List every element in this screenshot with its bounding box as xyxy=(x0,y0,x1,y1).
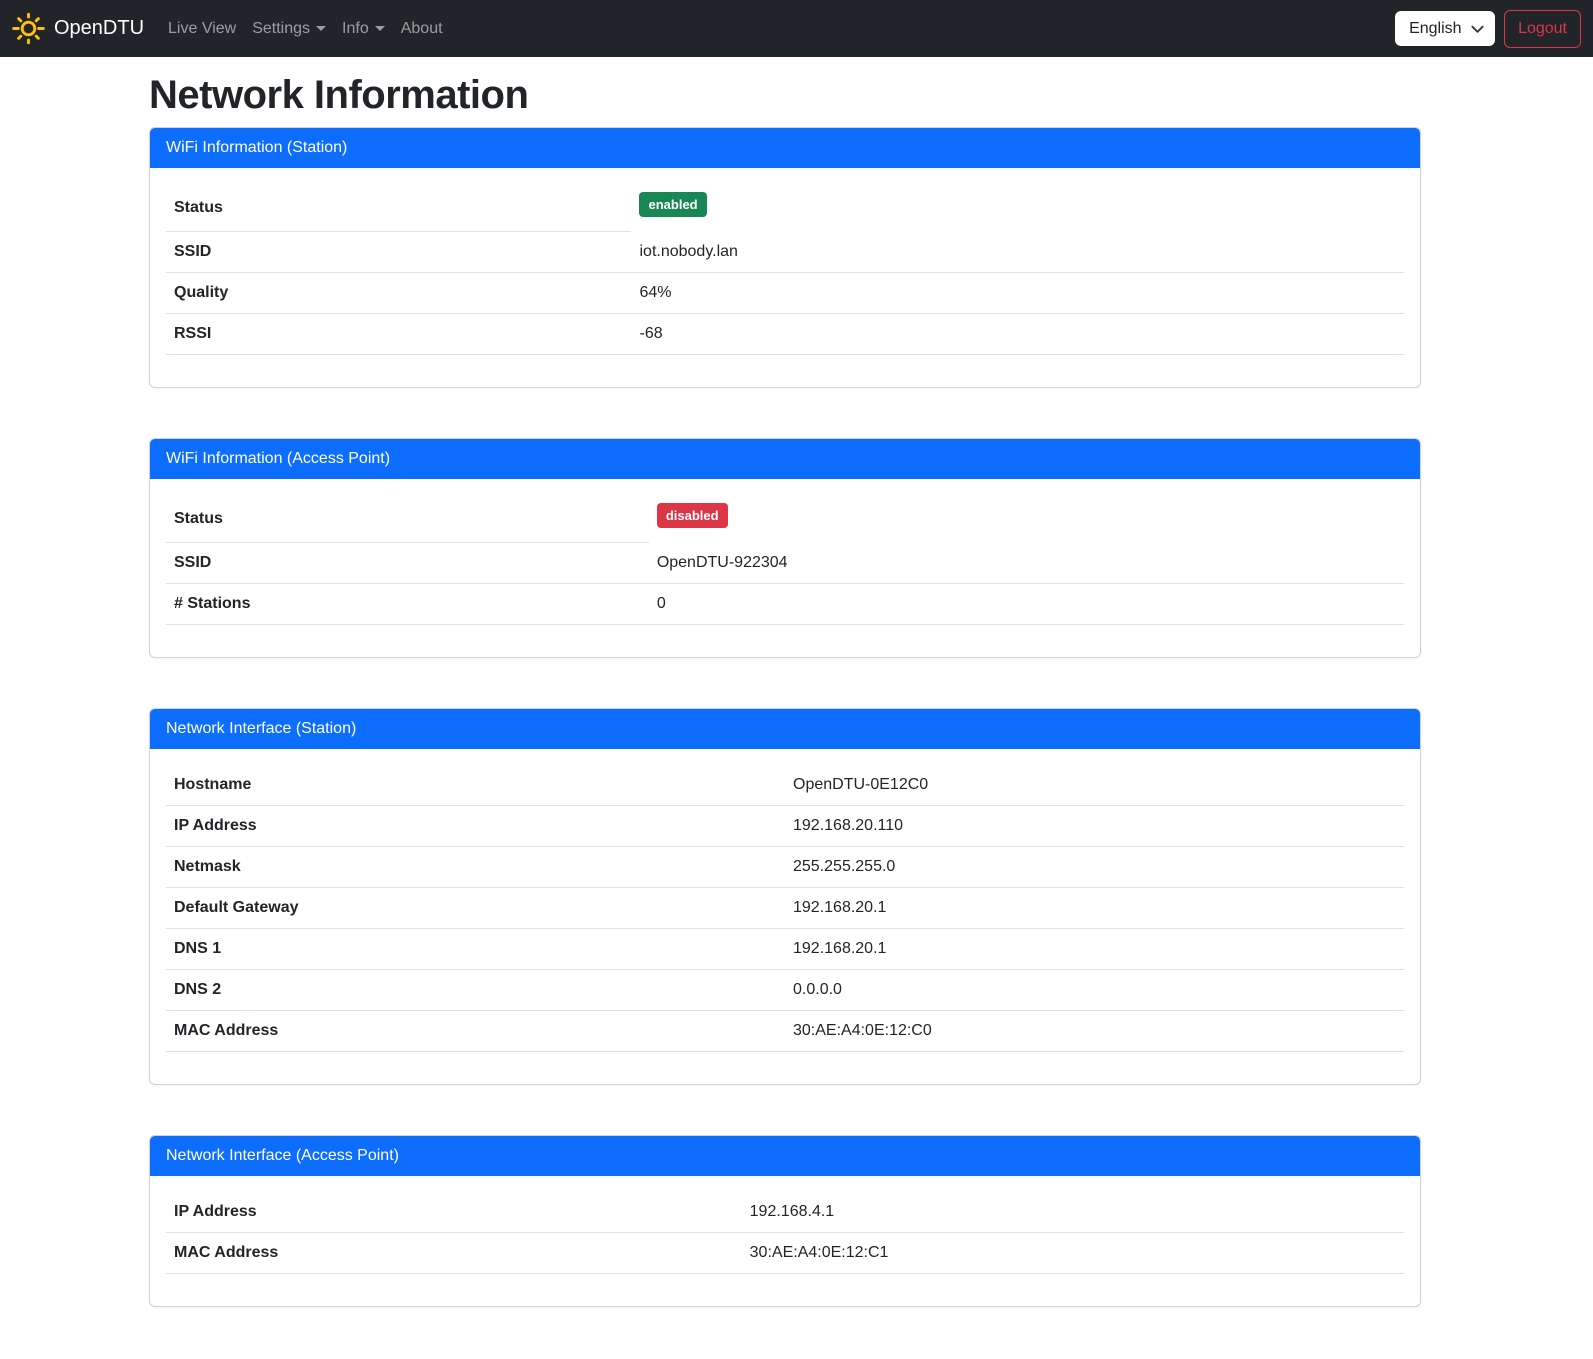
card-header: WiFi Information (Access Point) xyxy=(150,439,1420,479)
table-row: Status disabled xyxy=(166,495,1404,543)
row-label: Hostname xyxy=(166,765,785,806)
info-table: HostnameOpenDTU-0E12C0IP Address192.168.… xyxy=(166,765,1404,1052)
table-row: Netmask255.255.255.0 xyxy=(166,847,1404,888)
row-label: SSID xyxy=(166,232,631,273)
table-row: IP Address192.168.20.110 xyxy=(166,806,1404,847)
row-label: Default Gateway xyxy=(166,888,785,929)
row-value: 64% xyxy=(631,273,1404,314)
status-badge: disabled xyxy=(657,503,728,528)
card: Network Interface (Access Point) IP Addre… xyxy=(149,1135,1421,1307)
table-row: HostnameOpenDTU-0E12C0 xyxy=(166,765,1404,806)
caret-down-icon xyxy=(375,26,385,31)
navbar: OpenDTU Live View Settings Info About Engli… xyxy=(0,0,1593,57)
nav-item-label: Info xyxy=(342,20,369,38)
table-row: # Stations0 xyxy=(166,584,1404,625)
nav-item-livehome[interactable]: Live View xyxy=(160,12,244,46)
row-value: 255.255.255.0 xyxy=(785,847,1404,888)
row-value: enabled xyxy=(631,184,1404,232)
row-label: Netmask xyxy=(166,847,785,888)
row-label: DNS 2 xyxy=(166,970,785,1011)
nav-item-about[interactable]: About xyxy=(393,12,451,46)
info-table: IP Address192.168.4.1MAC Address30:AE:A4… xyxy=(166,1192,1404,1274)
logout-button[interactable]: Logout xyxy=(1504,10,1581,48)
row-value: 192.168.20.110 xyxy=(785,806,1404,847)
table-row: DNS 20.0.0.0 xyxy=(166,970,1404,1011)
row-label: MAC Address xyxy=(166,1011,785,1052)
info-table: Status enabled SSIDiot.nobody.lanQuality64… xyxy=(166,184,1404,355)
row-value: -68 xyxy=(631,314,1404,355)
nav-item-info[interactable]: Info xyxy=(334,12,393,46)
nav-item-label: Live View xyxy=(168,20,236,38)
row-label: IP Address xyxy=(166,806,785,847)
row-value: 192.168.20.1 xyxy=(785,888,1404,929)
status-badge: enabled xyxy=(639,192,706,217)
table-row: SSIDOpenDTU-922304 xyxy=(166,543,1404,584)
card-body: HostnameOpenDTU-0E12C0IP Address192.168.… xyxy=(150,749,1420,1084)
row-label: Status xyxy=(166,184,631,232)
table-row: MAC Address30:AE:A4:0E:12:C1 xyxy=(166,1233,1404,1274)
row-value: 0 xyxy=(649,584,1404,625)
language-selector-wrap: English xyxy=(1395,11,1495,46)
card-body: Status enabled SSIDiot.nobody.lanQuality64… xyxy=(150,168,1420,387)
table-row: MAC Address30:AE:A4:0E:12:C0 xyxy=(166,1011,1404,1052)
row-label: IP Address xyxy=(166,1192,742,1233)
card-header: Network Interface (Station) xyxy=(150,709,1420,749)
row-value: iot.nobody.lan xyxy=(631,232,1404,273)
table-row: RSSI-68 xyxy=(166,314,1404,355)
nav-item-label: Settings xyxy=(252,20,310,38)
caret-down-icon xyxy=(316,26,326,31)
row-value: OpenDTU-0E12C0 xyxy=(785,765,1404,806)
info-table: Status disabled SSIDOpenDTU-922304# Statio… xyxy=(166,495,1404,625)
row-value: 192.168.20.1 xyxy=(785,929,1404,970)
row-label: DNS 1 xyxy=(166,929,785,970)
brand-label: OpenDTU xyxy=(54,17,144,40)
row-label: SSID xyxy=(166,543,649,584)
sun-icon xyxy=(12,12,45,45)
table-row: IP Address192.168.4.1 xyxy=(166,1192,1404,1233)
table-row: SSIDiot.nobody.lan xyxy=(166,232,1404,273)
card: Network Interface (Station) HostnameOpenD… xyxy=(149,708,1421,1085)
card-body: Status disabled SSIDOpenDTU-922304# Statio… xyxy=(150,479,1420,657)
card-header: WiFi Information (Station) xyxy=(150,128,1420,168)
language-select[interactable]: English xyxy=(1395,11,1495,46)
table-row: Status enabled xyxy=(166,184,1404,232)
row-value: OpenDTU-922304 xyxy=(649,543,1404,584)
main-content: Network Information WiFi Information (St… xyxy=(149,57,1421,1307)
row-value: 192.168.4.1 xyxy=(742,1192,1404,1233)
row-value: 0.0.0.0 xyxy=(785,970,1404,1011)
nav-item-settings[interactable]: Settings xyxy=(244,12,334,46)
brand[interactable]: OpenDTU xyxy=(12,12,144,45)
nav-item-label: About xyxy=(401,20,443,38)
cards: WiFi Information (Station)StatusenabledS… xyxy=(149,127,1421,1307)
row-label: MAC Address xyxy=(166,1233,742,1274)
nav-links: Live View Settings Info About xyxy=(160,12,451,46)
card-body: IP Address192.168.4.1MAC Address30:AE:A4… xyxy=(150,1176,1420,1306)
table-row: Default Gateway192.168.20.1 xyxy=(166,888,1404,929)
card-header: Network Interface (Access Point) xyxy=(150,1136,1420,1176)
page-title: Network Information xyxy=(149,73,1421,118)
row-label: Status xyxy=(166,495,649,543)
row-label: RSSI xyxy=(166,314,631,355)
table-row: Quality64% xyxy=(166,273,1404,314)
table-row: DNS 1192.168.20.1 xyxy=(166,929,1404,970)
row-value: 30:AE:A4:0E:12:C1 xyxy=(742,1233,1404,1274)
row-value: 30:AE:A4:0E:12:C0 xyxy=(785,1011,1404,1052)
row-label: # Stations xyxy=(166,584,649,625)
row-label: Quality xyxy=(166,273,631,314)
card: WiFi Information (Station)StatusenabledS… xyxy=(149,127,1421,388)
row-value: disabled xyxy=(649,495,1404,543)
card: WiFi Information (Access Point) Status dis… xyxy=(149,438,1421,658)
